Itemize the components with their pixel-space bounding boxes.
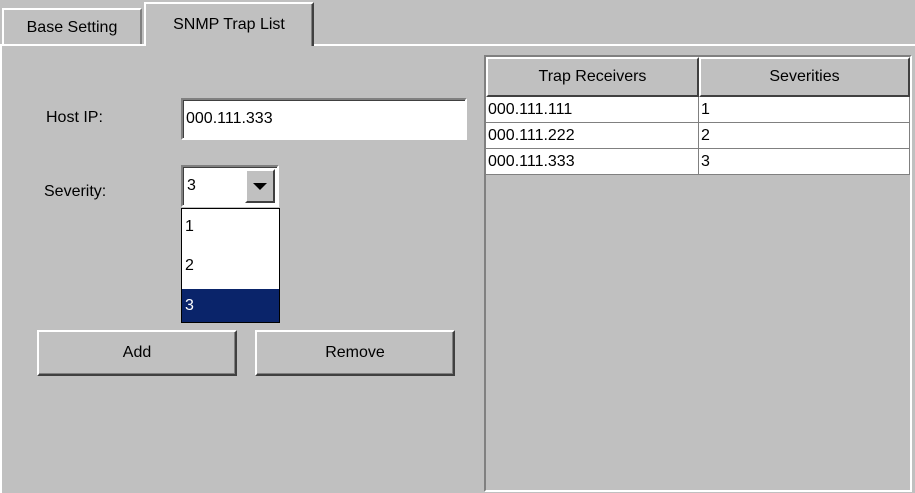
severity-option-1[interactable]: 1	[182, 211, 279, 242]
host-ip-input[interactable]	[181, 98, 467, 140]
tab-base-setting[interactable]: Base Setting	[2, 8, 142, 46]
severity-option-3[interactable]: 3	[182, 289, 279, 322]
severity-label: Severity:	[44, 183, 107, 200]
cell-trap-receiver: 000.111.333	[486, 149, 699, 175]
severity-select[interactable]: 3	[181, 165, 279, 207]
cell-severity: 1	[699, 97, 910, 123]
column-header-severities[interactable]: Severities	[699, 57, 910, 97]
add-button[interactable]: Add	[37, 330, 237, 376]
chevron-down-icon	[253, 182, 267, 190]
severity-dropdown-list: 1 2 3	[181, 208, 280, 323]
cell-severity: 3	[699, 149, 910, 175]
cell-trap-receiver: 000.111.222	[486, 123, 699, 149]
column-header-trap-receivers[interactable]: Trap Receivers	[486, 57, 699, 97]
panel-border	[0, 46, 2, 493]
tab-strip: Base Setting SNMP Trap List	[0, 0, 915, 46]
table-row[interactable]: 000.111.111 1	[486, 97, 910, 123]
host-ip-label: Host IP:	[46, 109, 103, 126]
severity-dropdown-button[interactable]	[245, 169, 275, 203]
cell-severity: 2	[699, 123, 910, 149]
cell-trap-receiver: 000.111.111	[486, 97, 699, 123]
remove-button[interactable]: Remove	[255, 330, 455, 376]
tab-divider	[0, 44, 144, 46]
severity-selected-value: 3	[187, 177, 196, 194]
severity-option-2[interactable]: 2	[182, 250, 279, 281]
trap-receivers-table[interactable]: Trap Receivers Severities 000.111.111 1 …	[484, 55, 912, 492]
table-row[interactable]: 000.111.222 2	[486, 123, 910, 149]
tab-divider	[314, 44, 915, 46]
tab-snmp-trap-list[interactable]: SNMP Trap List	[144, 2, 314, 46]
table-row[interactable]: 000.111.333 3	[486, 149, 910, 175]
